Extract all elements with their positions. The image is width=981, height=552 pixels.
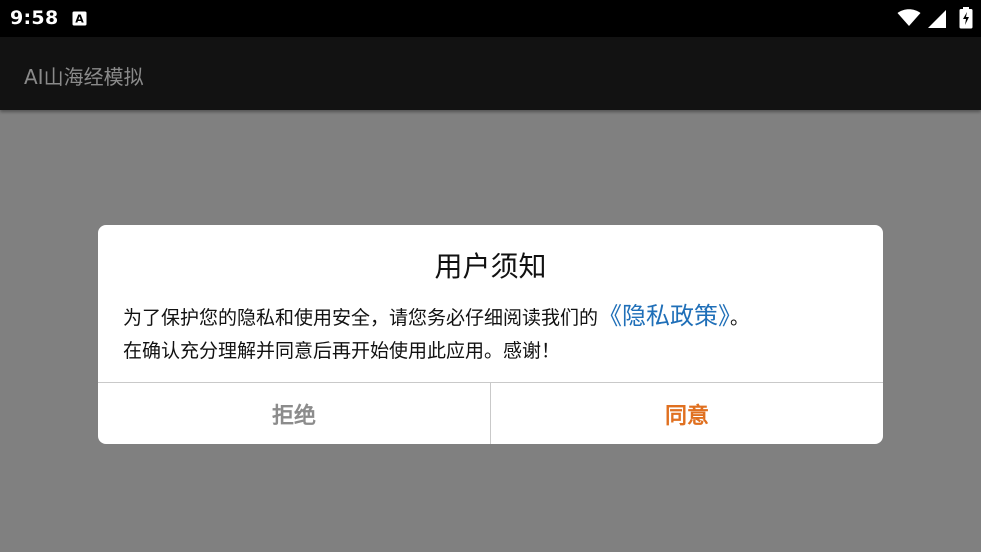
wifi-icon bbox=[897, 9, 921, 26]
notification-app-icon: A bbox=[72, 11, 87, 26]
dialog-body: 为了保护您的隐私和使用安全，请您务必仔细阅读我们的《隐私政策》。 在确认充分理解… bbox=[123, 300, 868, 368]
dialog-title: 用户须知 bbox=[434, 250, 547, 283]
privacy-policy-link[interactable]: 《隐私政策》 bbox=[598, 302, 730, 330]
agree-button[interactable]: 同意 bbox=[491, 383, 883, 444]
dialog-body-text: 为了保护您的隐私和使用安全，请您务必仔细阅读我们的 bbox=[123, 307, 599, 329]
status-bar: 9:58 A bbox=[0, 0, 981, 37]
status-time: 9:58 bbox=[10, 7, 59, 29]
app-title: AI山海经模拟 bbox=[24, 65, 144, 89]
svg-text:A: A bbox=[75, 13, 84, 26]
battery-charging-icon bbox=[959, 7, 973, 29]
dialog-button-row: 拒绝 同意 bbox=[98, 383, 883, 444]
user-notice-dialog: 用户须知 为了保护您的隐私和使用安全，请您务必仔细阅读我们的《隐私政策》。 在确… bbox=[98, 225, 883, 444]
app-bar: AI山海经模拟 bbox=[0, 37, 981, 110]
screen: 9:58 A AI山海经模拟 用户须知 为了保护您的隐私和使用安全，请您务必仔细… bbox=[0, 0, 981, 552]
dialog-body-line2: 在确认充分理解并同意后再开始使用此应用。感谢！ bbox=[123, 340, 561, 362]
reject-button[interactable]: 拒绝 bbox=[98, 383, 491, 444]
cell-signal-icon bbox=[928, 10, 946, 28]
dialog-body-period: 。 bbox=[730, 307, 750, 329]
